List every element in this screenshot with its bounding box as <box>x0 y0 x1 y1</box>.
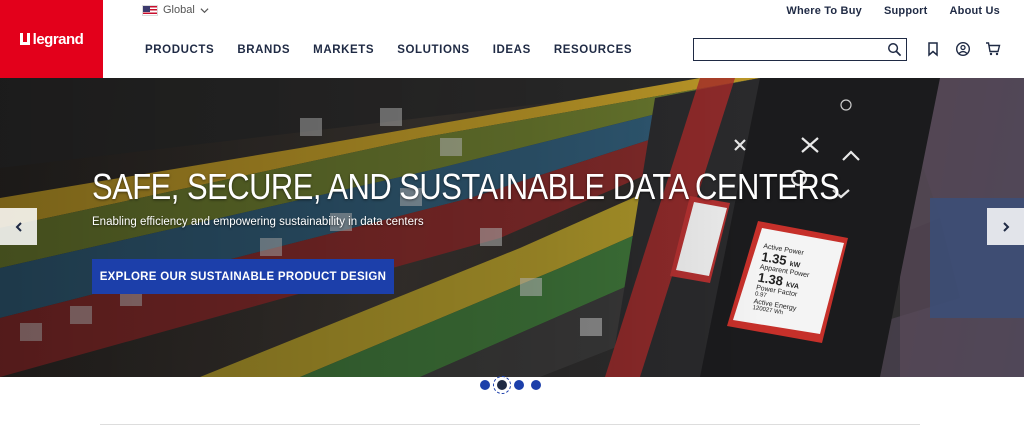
hero-title: SAFE, SECURE, AND SUSTAINABLE DATA CENTE… <box>92 166 840 207</box>
site-header: legrand Global Where To Buy Support Abou… <box>0 0 1024 78</box>
utility-link-about-us[interactable]: About Us <box>950 5 1000 17</box>
us-flag-icon <box>142 4 158 16</box>
search-icon[interactable] <box>887 42 902 57</box>
nav-item-markets[interactable]: MARKETS <box>313 44 374 56</box>
search-box <box>693 38 907 61</box>
chevron-right-icon <box>1002 221 1009 232</box>
nav-item-brands[interactable]: BRANDS <box>237 44 290 56</box>
carousel-dot-4[interactable] <box>531 380 541 390</box>
nav-item-resources[interactable]: RESOURCES <box>554 44 632 56</box>
hero-subtitle: Enabling efficiency and empowering susta… <box>92 216 424 228</box>
section-divider <box>100 424 920 428</box>
carousel-dot-2[interactable] <box>493 376 511 394</box>
explore-sustainable-design-button[interactable]: EXPLORE OUR SUSTAINABLE PRODUCT DESIGN <box>92 259 394 294</box>
region-label: Global <box>163 4 195 16</box>
header-icons <box>925 41 1001 57</box>
legrand-logo[interactable]: legrand <box>0 0 103 78</box>
main-nav: PRODUCTS BRANDS MARKETS SOLUTIONS IDEAS … <box>145 44 632 56</box>
carousel-prev-button[interactable] <box>0 208 37 245</box>
nav-item-solutions[interactable]: SOLUTIONS <box>397 44 470 56</box>
carousel-dot-1[interactable] <box>480 380 490 390</box>
logo-text: legrand <box>32 30 84 48</box>
screen-unit-wh: Wh <box>773 308 784 317</box>
chevron-down-icon <box>200 7 209 13</box>
cart-icon[interactable] <box>985 41 1001 57</box>
device-screen-readout: Active Power 1.35 kW Apparent Power 1.38… <box>752 243 843 325</box>
account-icon[interactable] <box>955 41 971 57</box>
region-selector[interactable]: Global <box>142 4 209 16</box>
carousel-dot-3[interactable] <box>514 380 524 390</box>
hero-banner: Active Power 1.35 kW Apparent Power 1.38… <box>0 78 1024 377</box>
carousel-next-button[interactable] <box>987 208 1024 245</box>
chevron-left-icon <box>15 221 22 232</box>
utility-link-support[interactable]: Support <box>884 5 928 17</box>
utility-nav: Where To Buy Support About Us <box>786 5 1000 17</box>
nav-item-products[interactable]: PRODUCTS <box>145 44 214 56</box>
nav-item-ideas[interactable]: IDEAS <box>493 44 531 56</box>
carousel-dots <box>480 376 541 394</box>
logo-mark-icon <box>19 33 30 45</box>
search-input[interactable] <box>694 39 884 60</box>
utility-link-where-to-buy[interactable]: Where To Buy <box>786 5 862 17</box>
bookmark-icon[interactable] <box>925 41 941 57</box>
